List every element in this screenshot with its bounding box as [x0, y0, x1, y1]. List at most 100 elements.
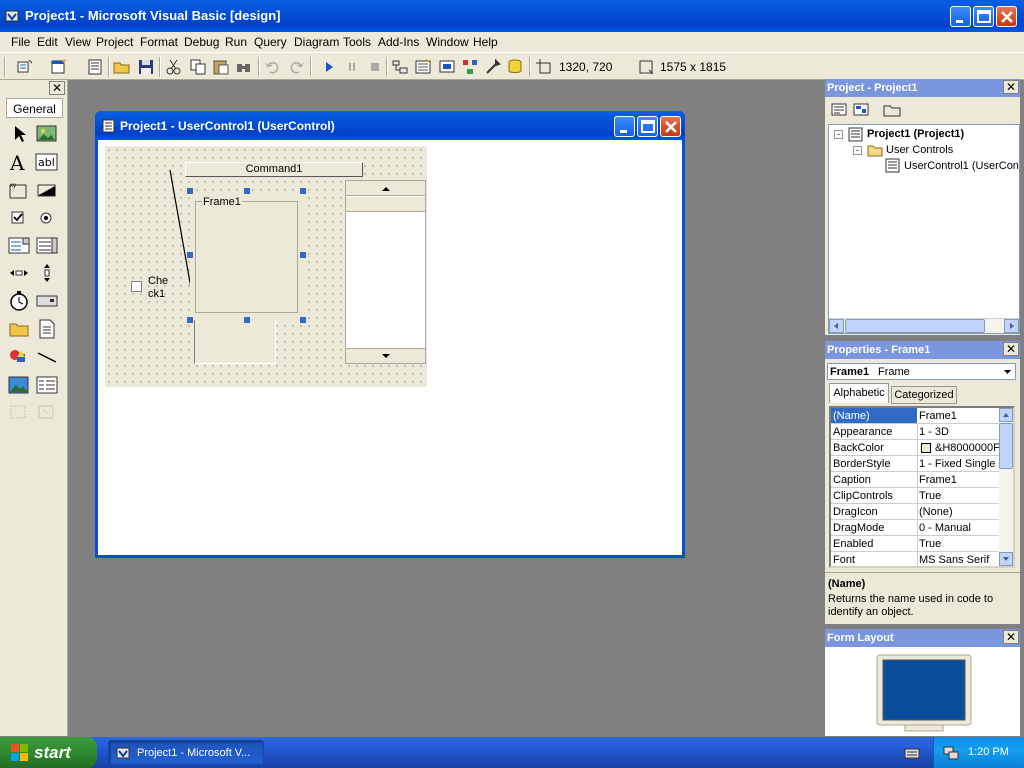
check1-box[interactable]	[131, 281, 142, 292]
save-icon[interactable]	[137, 58, 155, 76]
hscroll-thumb[interactable]	[845, 319, 985, 333]
optionbutton-icon[interactable]	[35, 206, 59, 230]
textbox-icon[interactable]: abl	[35, 150, 59, 174]
tab-categorized[interactable]: Categorized	[891, 386, 957, 404]
property-value[interactable]: 1 - 3D	[919, 426, 999, 438]
break-icon[interactable]	[343, 58, 361, 76]
menu-diagram[interactable]: Diagram	[294, 35, 339, 49]
monitor-icon[interactable]	[875, 653, 975, 735]
property-row[interactable]: Caption Frame1	[831, 472, 1001, 488]
selection-handle[interactable]	[187, 317, 193, 323]
properties-panel-close-button[interactable]: ✕	[1003, 342, 1019, 356]
tree-expander[interactable]: -	[834, 130, 843, 139]
network-icon[interactable]	[943, 745, 959, 761]
frame-secondary[interactable]	[194, 318, 276, 364]
menu-edit[interactable]: Edit	[37, 35, 58, 49]
menu-format[interactable]: Format	[140, 35, 178, 49]
minimize-button[interactable]	[950, 6, 971, 27]
selection-handle[interactable]	[187, 252, 193, 258]
property-row[interactable]: DragMode 0 - Manual	[831, 520, 1001, 536]
image-icon[interactable]	[7, 373, 31, 397]
project-explorer-icon[interactable]	[391, 58, 409, 76]
property-value[interactable]: MS Sans Serif	[919, 554, 999, 566]
tree-usercontrol1[interactable]: UserControl1 (UserControl1)	[904, 160, 1019, 172]
menu-window[interactable]: Window	[426, 35, 469, 49]
toggle-folders-icon[interactable]	[882, 100, 902, 120]
hscroll-left-button[interactable]	[829, 319, 844, 333]
selection-handle[interactable]	[300, 317, 306, 323]
property-row[interactable]: (Name) Frame1	[831, 408, 1001, 424]
ole-icon[interactable]	[7, 400, 31, 424]
cut-icon[interactable]	[165, 58, 183, 76]
command1-button[interactable]: Command1	[185, 162, 363, 177]
vscroll-thumb[interactable]	[999, 423, 1013, 469]
stop-icon[interactable]	[366, 58, 384, 76]
project-panel-title[interactable]: Project - Project1	[825, 79, 1020, 97]
commandbutton-icon[interactable]	[35, 178, 59, 202]
start-button[interactable]: start	[0, 737, 97, 768]
check1-checkbox[interactable]: Che ck1	[129, 273, 174, 303]
property-vscrollbar[interactable]	[999, 408, 1013, 566]
redo-icon[interactable]	[287, 58, 305, 76]
grid-control-icon[interactable]	[35, 400, 59, 424]
selection-handle[interactable]	[300, 252, 306, 258]
designer-minimize-button[interactable]	[614, 116, 635, 137]
open-folder-icon[interactable]	[113, 58, 131, 76]
property-row[interactable]: ClipControls True	[831, 488, 1001, 504]
menu-editor-icon[interactable]	[86, 58, 104, 76]
toolbox-close-button[interactable]: ✕	[49, 81, 65, 95]
menu-project[interactable]: Project	[96, 35, 133, 49]
view-object-icon[interactable]	[851, 100, 871, 120]
property-value[interactable]: Frame1	[919, 410, 999, 422]
form-layout-panel-title[interactable]: Form Layout	[825, 629, 1020, 647]
listbox-icon[interactable]	[35, 233, 59, 257]
tree-expander[interactable]: -	[853, 146, 862, 155]
property-value[interactable]: Frame1	[919, 474, 999, 486]
paste-icon[interactable]	[212, 58, 230, 76]
label-icon[interactable]: A	[7, 150, 31, 174]
selection-handle[interactable]	[187, 188, 193, 194]
vscroll-control[interactable]	[345, 180, 426, 364]
copy-icon[interactable]	[189, 58, 207, 76]
menu-tools[interactable]: Tools	[343, 35, 371, 49]
menu-add-ins[interactable]: Add-Ins	[378, 35, 419, 49]
hscroll-right-button[interactable]	[1004, 319, 1019, 333]
project-panel-close-button[interactable]: ✕	[1003, 80, 1019, 94]
property-row[interactable]: BackColor &H8000000F	[831, 440, 1001, 456]
properties-panel-title[interactable]: Properties - Frame1	[825, 341, 1020, 359]
add-form-icon[interactable]	[50, 58, 68, 76]
toolbox-tab-general[interactable]: General	[6, 98, 63, 118]
property-value[interactable]: True	[919, 538, 999, 550]
menu-file[interactable]: File	[11, 35, 30, 49]
menu-query[interactable]: Query	[254, 35, 287, 49]
main-title-bar[interactable]: Project1 - Microsoft Visual Basic [desig…	[0, 0, 1024, 32]
undo-icon[interactable]	[264, 58, 282, 76]
menu-help[interactable]: Help	[473, 35, 498, 49]
property-value[interactable]: 0 - Manual	[919, 522, 999, 534]
maximize-button[interactable]	[973, 6, 994, 27]
property-row[interactable]: Font MS Sans Serif	[831, 552, 1001, 566]
filelistbox-icon[interactable]	[35, 317, 59, 341]
selection-handle[interactable]	[300, 188, 306, 194]
designer-title-bar[interactable]: Project1 - UserControl1 (UserControl)	[95, 111, 685, 140]
picturebox-icon[interactable]	[35, 122, 59, 146]
project-hscrollbar[interactable]	[829, 318, 1019, 333]
taskbar-vb-button[interactable]: Project1 - Microsoft V...	[108, 740, 264, 765]
line-icon[interactable]	[35, 345, 59, 369]
vscroll-up-button[interactable]	[346, 181, 425, 196]
menu-run[interactable]: Run	[225, 35, 247, 49]
property-value[interactable]: 1 - Fixed Single	[919, 458, 999, 470]
data-view-icon[interactable]	[506, 58, 524, 76]
tree-user-controls-folder[interactable]: User Controls	[886, 144, 953, 156]
property-value[interactable]: True	[919, 490, 999, 502]
vscroll-up-button[interactable]	[999, 408, 1013, 422]
shape-icon[interactable]	[7, 345, 31, 369]
selection-handle[interactable]	[244, 317, 250, 323]
object-browser-icon[interactable]	[461, 58, 479, 76]
designer-close-button[interactable]	[660, 116, 681, 137]
toolbox-icon[interactable]	[484, 58, 502, 76]
hscrollbar-icon[interactable]	[7, 261, 31, 285]
property-row[interactable]: DragIcon (None)	[831, 504, 1001, 520]
property-value[interactable]: (None)	[919, 506, 999, 518]
keyboard-icon[interactable]	[904, 745, 920, 761]
